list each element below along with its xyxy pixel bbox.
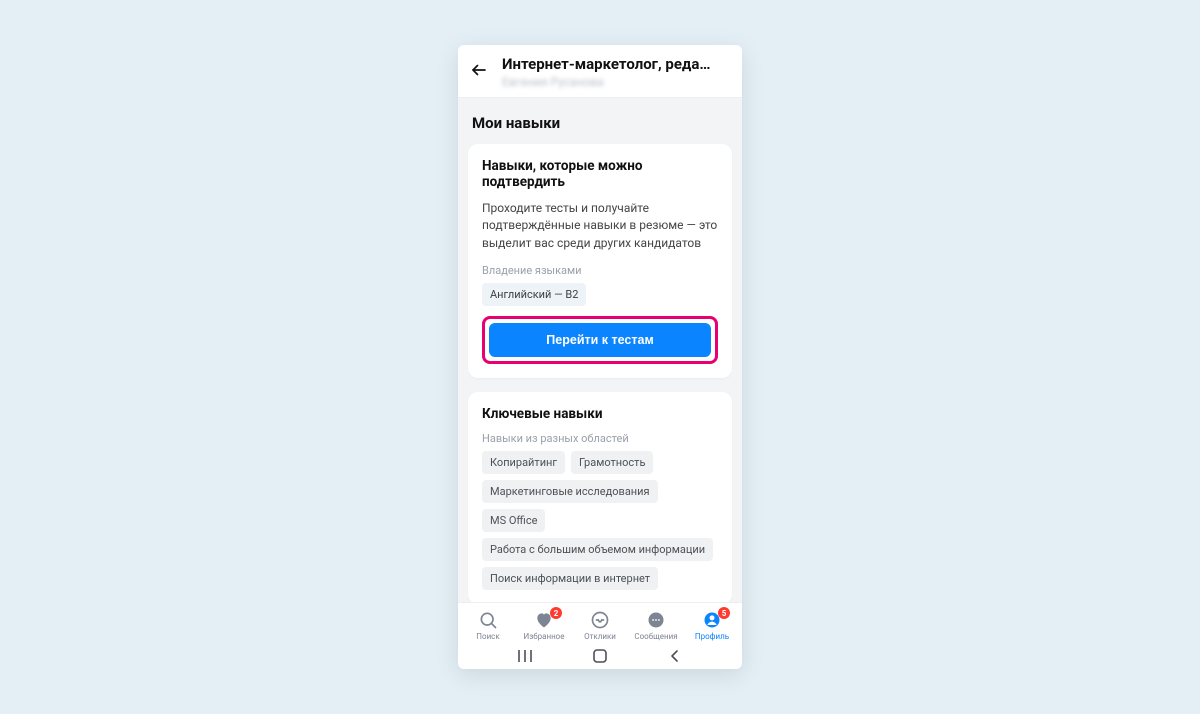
skill-chip[interactable]: MS Office	[482, 509, 545, 532]
bottom-nav: Поиск 2 Избранное Отклики Сообщения 5	[458, 602, 742, 643]
page-title: Интернет-маркетолог, реда…	[502, 55, 728, 73]
nav-profile[interactable]: 5 Профиль	[684, 609, 740, 641]
key-skills-chip-row: Копирайтинг Грамотность Маркетинговые иссл…	[482, 451, 718, 590]
android-recents-button[interactable]	[507, 647, 543, 665]
nav-label: Сообщения	[634, 632, 677, 641]
nav-label: Избранное	[523, 632, 564, 641]
content-area: Мои навыки Навыки, которые можно подтвер…	[458, 98, 742, 602]
section-title: Мои навыки	[472, 114, 728, 132]
arrow-left-icon	[470, 61, 488, 79]
chat-icon	[645, 609, 667, 631]
profile-badge: 5	[718, 607, 730, 619]
back-button[interactable]	[468, 59, 490, 81]
recents-icon	[516, 649, 534, 663]
go-to-tests-button[interactable]: Перейти к тестам	[489, 323, 711, 357]
skill-chip[interactable]: Копирайтинг	[482, 451, 565, 474]
card-label: Владение языками	[482, 264, 718, 277]
inbox-icon	[589, 609, 611, 631]
home-icon	[592, 648, 608, 664]
nav-messages[interactable]: Сообщения	[628, 609, 684, 641]
nav-label: Отклики	[584, 632, 616, 641]
mobile-app-screen: Интернет-маркетолог, реда… Евгения Русан…	[458, 45, 742, 669]
key-skills-card: Ключевые навыки Навыки из разных областе…	[468, 392, 732, 602]
back-icon	[668, 649, 682, 663]
card-description: Проходите тесты и получайте подтверждённ…	[482, 200, 718, 252]
card-title: Навыки, которые можно подтвердить	[482, 158, 718, 190]
skill-chip[interactable]: Маркетинговые исследования	[482, 480, 658, 503]
android-back-button[interactable]	[657, 647, 693, 665]
favorites-badge: 2	[550, 607, 562, 619]
header-text: Интернет-маркетолог, реда… Евгения Русан…	[502, 55, 728, 89]
nav-label: Поиск	[476, 632, 499, 641]
language-chip[interactable]: Английский — B2	[482, 283, 586, 306]
app-header: Интернет-маркетолог, реда… Евгения Русан…	[458, 45, 742, 98]
nav-search[interactable]: Поиск	[460, 609, 516, 641]
verifiable-skills-card: Навыки, которые можно подтвердить Проход…	[468, 144, 732, 378]
card-label: Навыки из разных областей	[482, 432, 718, 445]
skill-chip[interactable]: Грамотность	[571, 451, 653, 474]
search-icon	[477, 609, 499, 631]
highlight-frame: Перейти к тестам	[482, 316, 718, 364]
nav-label: Профиль	[695, 632, 729, 641]
nav-responses[interactable]: Отклики	[572, 609, 628, 641]
android-system-bar	[458, 643, 742, 669]
language-chip-row: Английский — B2	[482, 283, 718, 306]
android-home-button[interactable]	[582, 647, 618, 665]
nav-favorites[interactable]: 2 Избранное	[516, 609, 572, 641]
skill-chip[interactable]: Поиск информации в интернет	[482, 567, 658, 590]
skill-chip[interactable]: Работа с большим объемом информации	[482, 538, 713, 561]
card-title: Ключевые навыки	[482, 406, 718, 422]
page-subtitle: Евгения Русанова	[502, 75, 728, 89]
